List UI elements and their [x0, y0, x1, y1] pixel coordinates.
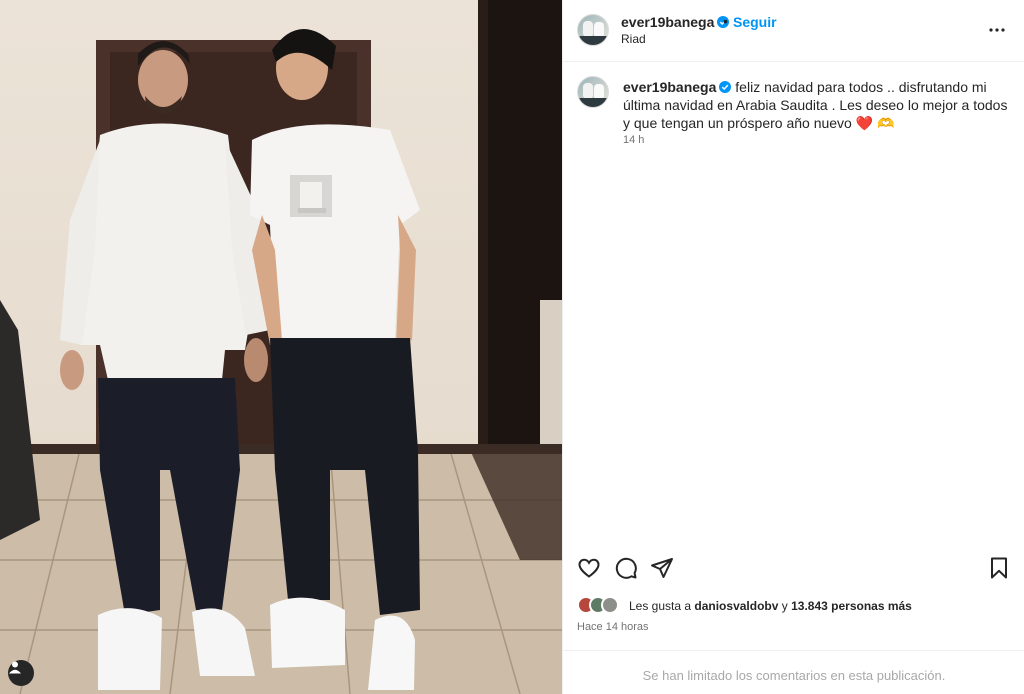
- caption-author-avatar[interactable]: [577, 76, 609, 108]
- save-button[interactable]: [987, 556, 1011, 580]
- divider: [563, 650, 1024, 651]
- caption-emojis: ❤️ 🫶: [855, 115, 895, 131]
- post-timestamp[interactable]: Hace 14 horas: [577, 621, 649, 633]
- header-separator: •: [723, 13, 728, 29]
- comment-icon: [615, 557, 637, 579]
- comments-limited-notice: Se han limitado los comentarios en esta …: [642, 668, 946, 683]
- likes-middle: y: [781, 599, 788, 613]
- user-tag-icon: [9, 661, 21, 674]
- liker-avatar: [601, 596, 619, 614]
- likes-summary: Les gusta a daniosvaldobv y 13.843 perso…: [577, 596, 1017, 616]
- likes-count-link[interactable]: 13.843 personas más: [791, 599, 912, 613]
- post-header: ever19banega • Seguir Riad: [563, 0, 1024, 62]
- verified-badge-icon: [719, 81, 732, 93]
- likes-prefix: Les gusta a: [629, 599, 692, 613]
- post-info-pane: ever19banega • Seguir Riad ever19banega …: [562, 0, 1024, 694]
- send-icon: [651, 558, 673, 578]
- bookmark-icon: [991, 557, 1007, 579]
- share-button[interactable]: [650, 556, 674, 580]
- more-horizontal-icon: [989, 28, 1005, 32]
- like-button[interactable]: [577, 556, 601, 580]
- caption-username[interactable]: ever19banega: [623, 79, 716, 95]
- caption-text-block: ever19banega feliz navidad para todos ..…: [623, 78, 1011, 132]
- more-options-button[interactable]: [985, 18, 1009, 42]
- caption-timestamp[interactable]: 14 h: [623, 134, 644, 146]
- author-username[interactable]: ever19banega: [621, 14, 714, 30]
- post-photo[interactable]: [0, 0, 562, 694]
- photo-illustration: [0, 0, 562, 694]
- heart-icon: [578, 558, 600, 578]
- comment-button[interactable]: [614, 556, 638, 580]
- likes-user-link[interactable]: daniosvaldobv: [694, 599, 778, 613]
- user-tag-button[interactable]: [8, 660, 34, 686]
- action-bar: [563, 556, 1024, 584]
- post-location[interactable]: Riad: [621, 32, 646, 46]
- likes-text: Les gusta a daniosvaldobv y 13.843 perso…: [629, 599, 912, 613]
- follow-button[interactable]: Seguir: [733, 14, 777, 30]
- author-avatar[interactable]: [577, 14, 609, 46]
